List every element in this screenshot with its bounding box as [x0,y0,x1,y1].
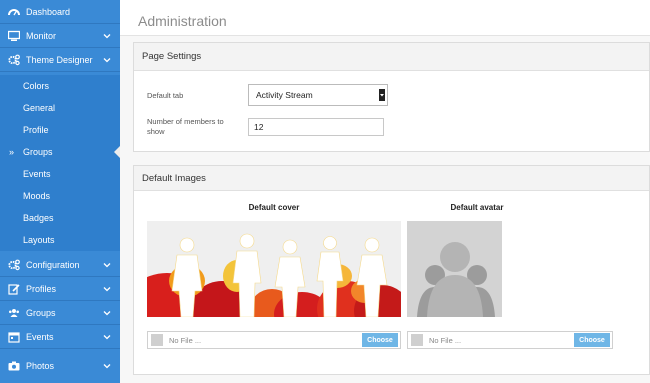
cover-file-text: No File ... [169,335,202,345]
sidebar-item-label: Groups [26,307,56,318]
submenu-item-label: Groups [23,147,53,157]
cover-file-input[interactable]: No File ... Choose [147,331,401,349]
choose-avatar-button[interactable]: Choose [574,333,610,347]
users-icon [8,307,20,319]
admin-screen: Dashboard Monitor Theme Designer Colors [0,0,650,383]
members-count-value: 12 [254,122,264,132]
sidebar-item-photos[interactable]: Photos [0,349,120,383]
submenu-item-label: General [23,103,56,113]
sidebar-item-monitor[interactable]: Monitor [0,24,120,48]
submenu-item-label: Profile [23,125,49,135]
submenu-item-label: Colors [23,81,50,91]
default-avatar-title: Default avatar [450,203,504,212]
submenu-item-layouts[interactable]: Layouts [0,229,120,251]
submenu-item-events[interactable]: Events [0,163,120,185]
camera-icon [8,360,20,372]
chevron-down-icon [102,332,112,342]
chevron-down-icon [102,31,112,41]
chevron-down-icon [102,308,112,318]
edit-icon [8,283,20,295]
sidebar-item-label: Events [26,331,54,342]
sidebar-item-label: Photos [26,361,55,371]
gears-icon [8,54,20,66]
submenu-item-badges[interactable]: Badges [0,207,120,229]
sidebar-item-label: Profiles [26,283,57,294]
submenu-item-general[interactable]: General [0,97,120,119]
members-count-input[interactable]: 12 [248,118,384,136]
avatar-file-text: No File ... [429,335,462,345]
sidebar-item-label: Theme Designer [26,54,93,65]
main-content: Administration Page Settings Default tab… [120,0,650,383]
page-title: Administration [138,13,227,29]
members-count-label: Number of members to show [147,117,224,136]
gears-icon [8,259,20,271]
select-arrow-icon [379,89,385,101]
sidebar-item-label: Monitor [26,30,57,41]
sidebar-item-theme-designer[interactable]: Theme Designer [0,48,120,72]
submenu-item-label: Layouts [23,235,55,245]
calendar-icon [8,331,20,343]
chevron-down-icon [102,260,112,270]
default-cover-image [147,221,401,317]
sidebar-item-groups[interactable]: Groups [0,301,120,325]
default-images-panel: Default Images Default cover Default ava… [133,165,650,375]
submenu-item-label: Events [23,169,51,179]
title-bar: Administration [120,0,650,36]
default-avatar-image [407,221,502,317]
choose-cover-button[interactable]: Choose [362,333,398,347]
active-marker: » [8,147,14,157]
dashboard-icon [8,6,20,18]
page-settings-panel: Page Settings Default tab Activity Strea… [133,42,650,152]
chevron-down-icon [102,55,112,65]
panel-heading: Default Images [134,166,649,191]
file-thumbnail [151,334,163,346]
submenu-item-label: Badges [23,213,54,223]
submenu-item-moods[interactable]: Moods [0,185,120,207]
avatar-file-input[interactable]: No File ... Choose [407,331,613,349]
sidebar-item-events[interactable]: Events [0,325,120,349]
submenu-item-label: Moods [23,191,51,201]
sidebar: Dashboard Monitor Theme Designer Colors [0,0,121,383]
chevron-down-icon [102,361,112,371]
submenu-item-profile[interactable]: Profile [0,119,120,141]
sidebar-item-configuration[interactable]: Configuration [0,253,120,277]
chevron-down-icon [102,284,112,294]
sidebar-item-label: Dashboard [26,6,71,17]
sidebar-item-profiles[interactable]: Profiles [0,277,120,301]
default-cover-title: Default cover [248,203,300,212]
default-tab-label: Default tab [147,91,184,100]
sidebar-item-label: Configuration [26,259,80,270]
submenu-item-colors[interactable]: Colors [0,75,120,97]
default-tab-select[interactable]: Activity Stream [248,84,388,106]
default-tab-value: Activity Stream [256,90,313,100]
panel-heading: Page Settings [134,43,649,71]
monitor-icon [8,30,20,42]
file-thumbnail [411,334,423,346]
submenu-item-groups[interactable]: » Groups [0,141,121,163]
sidebar-item-dashboard[interactable]: Dashboard [0,0,120,24]
